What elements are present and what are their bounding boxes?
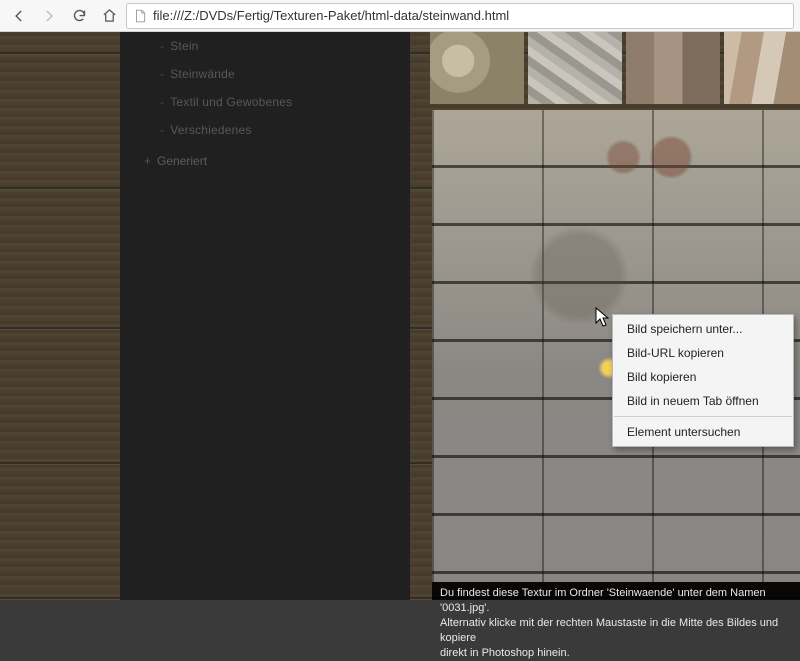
thumbnail[interactable] [430, 32, 524, 104]
browser-toolbar: file:///Z:/DVDs/Fertig/Texturen-Paket/ht… [0, 0, 800, 32]
thumbnail[interactable] [626, 32, 720, 104]
reload-button[interactable] [66, 4, 92, 28]
page-viewport: -Stein -Steinwände -Textil und Gewobenes… [0, 32, 800, 600]
thumbnail[interactable] [528, 32, 622, 104]
preview-caption: Du findest diese Textur im Ordner 'Stein… [432, 582, 800, 600]
caption-line: Du findest diese Textur im Ordner 'Stein… [440, 586, 792, 616]
ctx-separator [614, 416, 792, 417]
ctx-open-image-new-tab[interactable]: Bild in neuem Tab öffnen [613, 389, 793, 413]
back-button[interactable] [6, 4, 32, 28]
ctx-save-image-as[interactable]: Bild speichern unter... [613, 317, 793, 341]
thumbnail[interactable] [724, 32, 800, 104]
url-text: file:///Z:/DVDs/Fertig/Texturen-Paket/ht… [153, 8, 509, 23]
forward-button[interactable] [36, 4, 62, 28]
file-icon [133, 9, 147, 23]
caption-line: direkt in Photoshop hinein. [440, 646, 792, 661]
ctx-copy-image-url[interactable]: Bild-URL kopieren [613, 341, 793, 365]
caption-line: Alternativ klicke mit der rechten Mausta… [440, 616, 792, 646]
address-bar[interactable]: file:///Z:/DVDs/Fertig/Texturen-Paket/ht… [126, 3, 794, 29]
context-menu: Bild speichern unter... Bild-URL kopiere… [612, 314, 794, 447]
ctx-inspect-element[interactable]: Element untersuchen [613, 420, 793, 444]
ctx-copy-image[interactable]: Bild kopieren [613, 365, 793, 389]
home-button[interactable] [96, 4, 122, 28]
